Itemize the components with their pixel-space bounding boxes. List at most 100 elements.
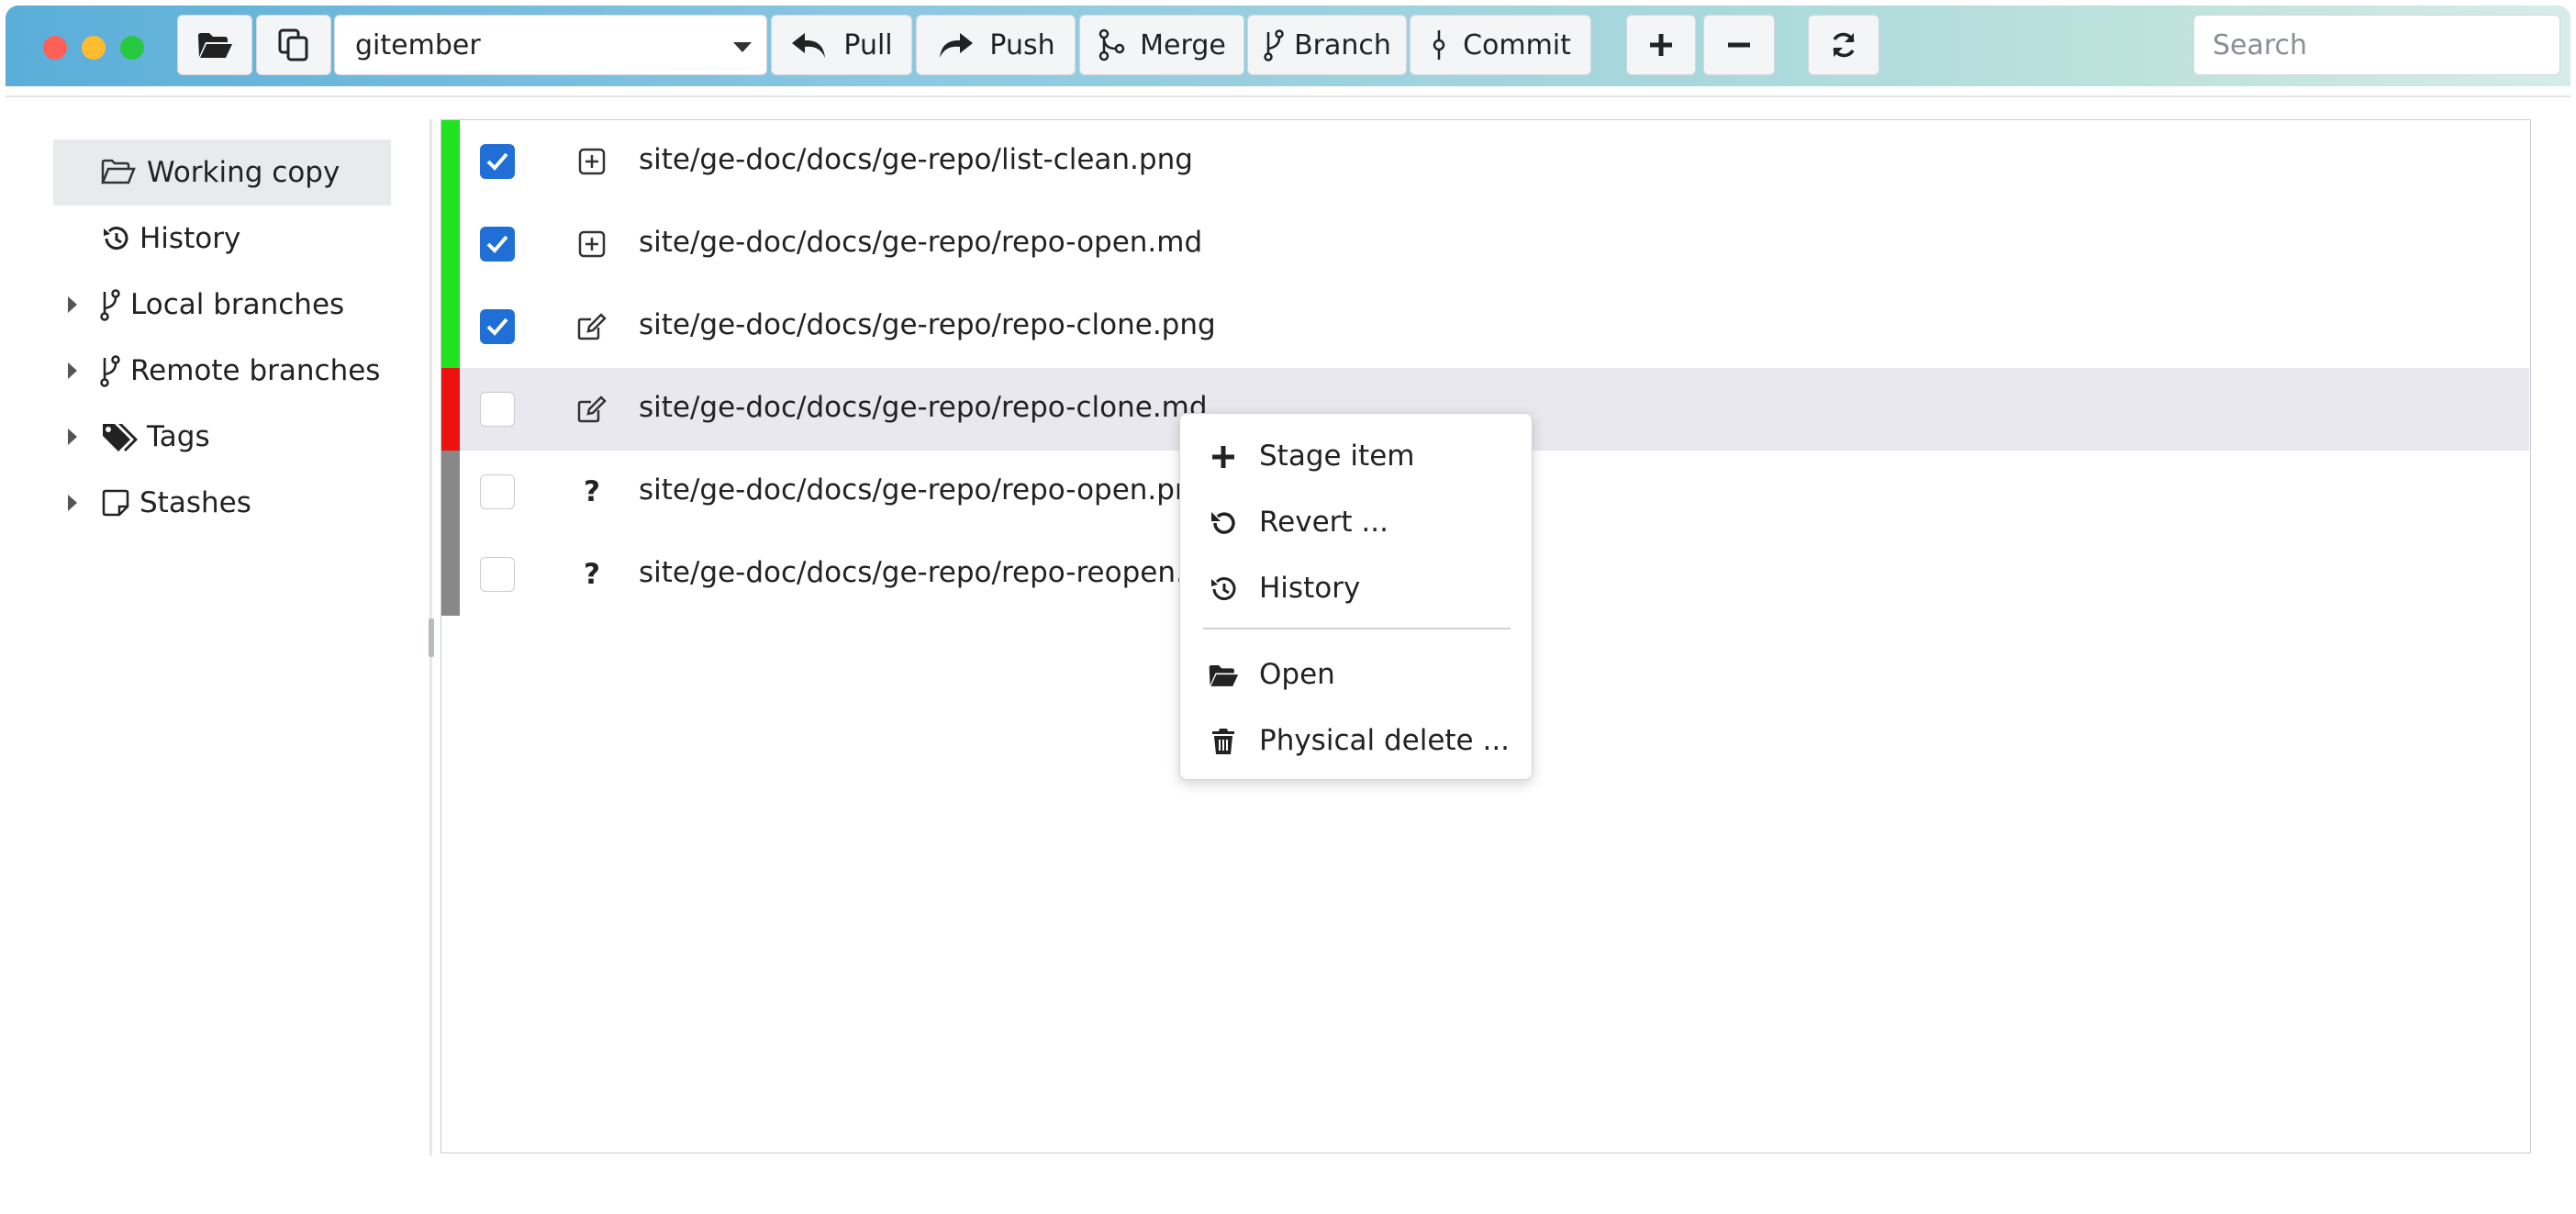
sidebar-item-label: Local branches	[130, 288, 345, 321]
maximize-window-button[interactable]	[120, 36, 144, 60]
folder-open-icon	[101, 158, 136, 185]
plus-icon	[1208, 441, 1239, 473]
chevron-down-icon	[733, 42, 752, 52]
repository-select[interactable]: gitember	[334, 15, 767, 75]
question-icon: ?	[584, 558, 600, 591]
menu-item-label: Stage item	[1259, 440, 1415, 473]
status-stripe	[441, 451, 460, 533]
menu-item-stage-item[interactable]: Stage item	[1180, 429, 1532, 484]
stage-checkbox[interactable]	[480, 309, 515, 344]
undo-icon	[1208, 507, 1239, 539]
folder-open-icon	[1208, 660, 1239, 691]
tags-icon	[101, 422, 139, 451]
copy-icon	[278, 28, 308, 61]
file-path: site/ge-doc/docs/ge-repo/repo-clone.md	[639, 391, 1208, 424]
file-path: site/ge-doc/docs/ge-repo/repo-reopen.png	[639, 556, 1239, 589]
refresh-button[interactable]	[1808, 15, 1879, 75]
branch-label: Branch	[1294, 28, 1391, 61]
commit-label: Commit	[1463, 28, 1571, 61]
commit-icon	[1433, 30, 1445, 60]
sidebar-item-local-branches[interactable]: Local branches	[53, 272, 391, 338]
table-row[interactable]: site/ge-doc/docs/ge-repo/repo-clone.png	[441, 285, 2529, 368]
note-icon	[101, 488, 130, 518]
redo-arrow-icon	[940, 33, 974, 58]
status-stripe	[441, 120, 460, 203]
undo-arrow-icon	[792, 33, 826, 58]
plus-square-icon	[575, 228, 608, 261]
status-stripe	[441, 368, 460, 451]
merge-label: Merge	[1140, 28, 1226, 61]
file-path: site/ge-doc/docs/ge-repo/repo-open.md	[639, 226, 1203, 259]
menu-item-history[interactable]: History	[1180, 561, 1532, 616]
sidebar-item-history[interactable]: History	[53, 206, 391, 272]
menu-separator	[1203, 628, 1511, 629]
pull-button[interactable]: Pull	[771, 15, 912, 75]
sidebar-item-stashes[interactable]: Stashes	[53, 470, 391, 536]
sidebar-item-working-copy[interactable]: Working copy	[53, 139, 391, 206]
open-repo-button[interactable]	[177, 15, 252, 75]
table-row[interactable]: site/ge-doc/docs/ge-repo/list-clean.png	[441, 120, 2529, 203]
sidebar-item-remote-branches[interactable]: Remote branches	[53, 338, 391, 404]
file-path: site/ge-doc/docs/ge-repo/repo-open.png	[639, 473, 1211, 507]
stage-checkbox[interactable]	[480, 557, 515, 592]
expand-arrow-icon[interactable]	[68, 495, 77, 511]
expand-arrow-icon[interactable]	[68, 429, 77, 445]
close-window-button[interactable]	[43, 36, 67, 60]
menu-item-physical-delete[interactable]: Physical delete ...	[1180, 713, 1532, 768]
branch-icon	[99, 354, 121, 387]
status-stripe	[441, 203, 460, 285]
history-icon	[1208, 574, 1239, 605]
minus-icon	[1728, 42, 1750, 48]
trash-icon	[1208, 726, 1239, 757]
stage-checkbox[interactable]	[480, 144, 515, 179]
plus-icon	[1650, 34, 1672, 56]
file-path: site/ge-doc/docs/ge-repo/list-clean.png	[639, 143, 1193, 176]
expand-arrow-icon[interactable]	[68, 296, 77, 313]
pull-label: Pull	[843, 28, 893, 61]
minimize-window-button[interactable]	[82, 36, 106, 60]
context-menu: Stage item Revert ... History Open Physi…	[1179, 413, 1533, 780]
push-button[interactable]: Push	[916, 15, 1076, 75]
sidebar-item-tags[interactable]: Tags	[53, 404, 391, 470]
toolbar-divider	[6, 95, 2570, 97]
refresh-icon	[1833, 32, 1855, 58]
status-stripe	[441, 533, 460, 616]
splitter-handle[interactable]	[429, 618, 434, 657]
app-window: gitember Pull Push Merge Branch Commit S…	[0, 0, 2576, 1214]
expand-arrow-icon[interactable]	[68, 362, 77, 379]
sidebar-item-label: Stashes	[139, 486, 251, 519]
menu-item-open[interactable]: Open	[1180, 647, 1532, 702]
status-stripe	[441, 285, 460, 368]
file-path: site/ge-doc/docs/ge-repo/repo-clone.png	[639, 308, 1216, 341]
plus-square-icon	[575, 145, 608, 178]
stage-checkbox[interactable]	[480, 474, 515, 509]
push-label: Push	[989, 28, 1055, 61]
table-row[interactable]: site/ge-doc/docs/ge-repo/repo-open.md	[441, 203, 2529, 285]
commit-button[interactable]: Commit	[1410, 15, 1591, 75]
folder-open-icon	[198, 33, 232, 58]
merge-button[interactable]: Merge	[1079, 15, 1244, 75]
menu-item-label: Open	[1259, 658, 1335, 691]
question-icon: ?	[584, 475, 600, 508]
repository-name: gitember	[355, 28, 481, 61]
menu-item-label: History	[1259, 572, 1361, 605]
branch-icon	[99, 288, 121, 321]
unstage-all-button[interactable]	[1703, 15, 1775, 75]
menu-item-revert[interactable]: Revert ...	[1180, 495, 1532, 550]
sidebar-item-label: History	[139, 222, 241, 255]
stage-checkbox[interactable]	[480, 392, 515, 427]
sidebar-item-label: Tags	[147, 420, 210, 453]
menu-item-label: Revert ...	[1259, 506, 1388, 539]
edit-icon	[575, 310, 608, 343]
edit-icon	[575, 393, 608, 426]
search-input[interactable]	[2193, 15, 2560, 75]
sidebar-item-label: Working copy	[147, 156, 340, 189]
clone-repo-button[interactable]	[256, 15, 331, 75]
stage-all-button[interactable]	[1626, 15, 1696, 75]
stage-checkbox[interactable]	[480, 227, 515, 262]
sidebar-item-label: Remote branches	[130, 354, 381, 387]
merge-icon	[1098, 28, 1125, 61]
branch-icon	[1264, 29, 1284, 61]
branch-button[interactable]: Branch	[1247, 15, 1407, 75]
menu-item-label: Physical delete ...	[1259, 724, 1511, 757]
